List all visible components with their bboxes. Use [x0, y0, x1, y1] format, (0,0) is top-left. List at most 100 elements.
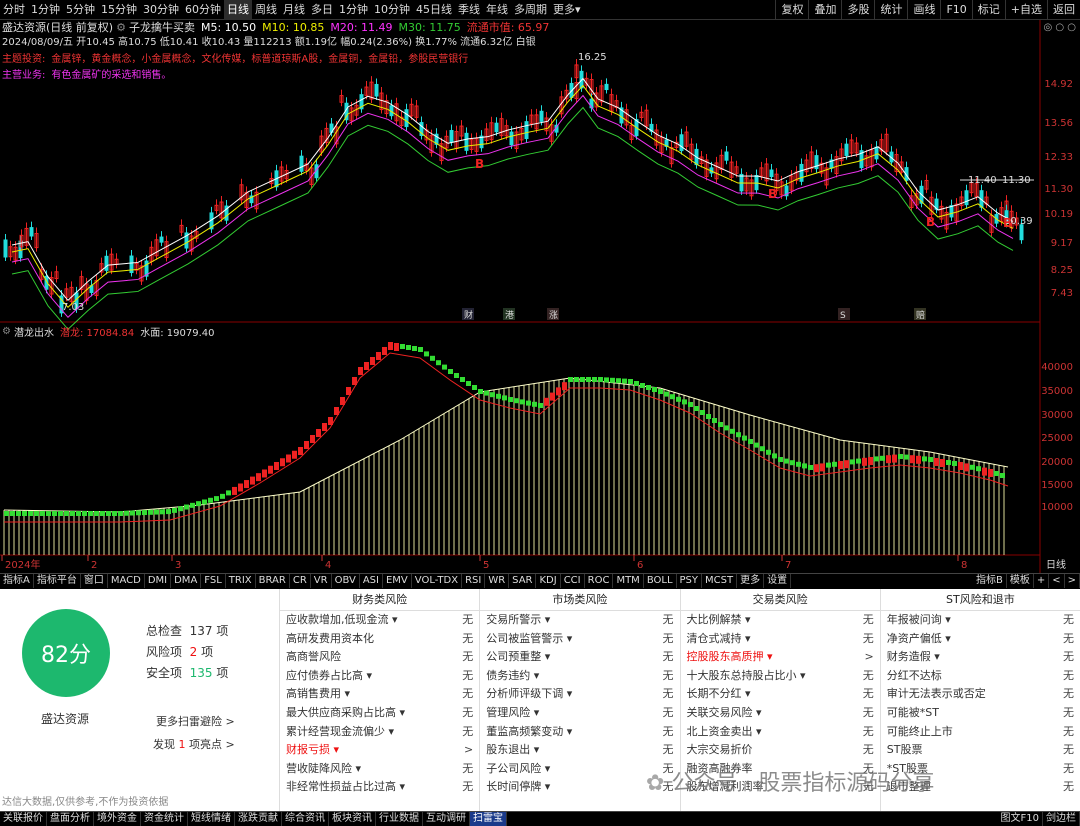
event-tag[interactable]: 财 — [464, 309, 473, 321]
risk-item[interactable]: 非经常性损益占比过高 ▾ 无 — [280, 778, 479, 797]
indicator-tab[interactable]: 设置 — [764, 574, 792, 588]
settings-icon[interactable]: ⚙ — [116, 21, 126, 34]
indicator-tab[interactable]: MCST — [702, 574, 738, 588]
bottom-tab[interactable]: 涨跌贡献 — [235, 812, 282, 826]
period-tab[interactable]: 季线 — [455, 0, 483, 20]
indicator-tab[interactable]: CCI — [561, 574, 585, 588]
risk-item[interactable]: 公司被监管警示 ▾ 无 — [480, 630, 679, 649]
risk-item[interactable]: 控股股东高质押 ▾ > — [681, 648, 880, 667]
indicator-tab[interactable]: 模板 — [1007, 574, 1034, 588]
window-controls[interactable]: ◎ ○ ○ — [1043, 22, 1076, 33]
indicator-tab[interactable]: SAR — [509, 574, 537, 588]
risk-item[interactable]: 累计经营现金流偏少 ▾ 无 — [280, 723, 479, 742]
risk-item[interactable]: 长期不分红 ▾ 无 — [681, 685, 880, 704]
risk-item[interactable]: 北上资金卖出 ▾ 无 — [681, 723, 880, 742]
toolbar-button[interactable]: 返回 — [1047, 0, 1080, 20]
indicator-tab[interactable]: + — [1034, 574, 1050, 588]
risk-item[interactable]: 十大股东总持股占比小 ▾ 无 — [681, 667, 880, 686]
indicator-tab[interactable]: OBV — [332, 574, 360, 588]
period-tab[interactable]: 周线 — [252, 0, 280, 20]
settings-icon[interactable]: ⚙ — [2, 326, 11, 337]
indicator-tab[interactable]: ASI — [360, 574, 383, 588]
toolbar-button[interactable]: F10 — [940, 0, 971, 20]
indicator-tab[interactable]: EMV — [383, 574, 412, 588]
period-tab[interactable]: 15分钟 — [98, 0, 140, 20]
risk-item[interactable]: 财报亏损 ▾ > — [280, 741, 479, 760]
indicator-tab[interactable]: MTM — [613, 574, 644, 588]
period-tab[interactable]: 分时 — [0, 0, 28, 20]
period-tab[interactable]: 更多▾ — [550, 0, 584, 20]
risk-item[interactable]: 交易所警示 ▾ 无 — [480, 611, 679, 630]
highlight-link[interactable]: 发现 1 项亮点 > — [153, 736, 235, 752]
period-tab[interactable]: 1分钟 — [336, 0, 371, 20]
risk-item[interactable]: 可能终止上市 无 — [881, 723, 1080, 742]
risk-item[interactable]: 应收款增加,低现金流 ▾ 无 — [280, 611, 479, 630]
period-tab[interactable]: 5分钟 — [63, 0, 98, 20]
event-tag[interactable]: 涨 — [549, 310, 558, 321]
indicator-tab[interactable]: BOLL — [644, 574, 677, 588]
bottom-right-tab[interactable]: 图文F10 — [998, 812, 1043, 826]
risk-item[interactable]: 管理风险 ▾ 无 — [480, 704, 679, 723]
indicator-tab[interactable]: VR — [311, 574, 332, 588]
indicator-tab[interactable]: 指标B — [973, 574, 1007, 588]
toolbar-button[interactable]: +自选 — [1004, 0, 1047, 20]
bottom-tab[interactable]: 行业数据 — [376, 812, 423, 826]
period-tab[interactable]: 年线 — [483, 0, 511, 20]
period-tab[interactable]: 月线 — [280, 0, 308, 20]
indicator-tab[interactable]: > — [1065, 574, 1080, 588]
risk-item[interactable]: 最大供应商采购占比高 ▾ 无 — [280, 704, 479, 723]
risk-item[interactable]: 分析师评级下调 ▾ 无 — [480, 685, 679, 704]
toolbar-button[interactable]: 标记 — [971, 0, 1005, 20]
indicator-tab[interactable]: 指标平台 — [34, 574, 81, 588]
bottom-tab[interactable]: 资金统计 — [141, 812, 188, 826]
indicator-tab[interactable]: WR — [485, 574, 510, 588]
risk-item[interactable]: ST股票 无 — [881, 741, 1080, 760]
risk-item[interactable]: 分红不达标 无 — [881, 667, 1080, 686]
indicator-tab[interactable]: 更多 — [737, 574, 765, 588]
period-tab[interactable]: 30分钟 — [140, 0, 182, 20]
risk-item[interactable]: 董监高频繁变动 ▾ 无 — [480, 723, 679, 742]
risk-item[interactable]: 公司预重整 ▾ 无 — [480, 648, 679, 667]
risk-item[interactable]: 高商誉风险 无 — [280, 648, 479, 667]
indicator-tab[interactable]: DMI — [145, 574, 172, 588]
risk-item[interactable]: 净资产偏低 ▾ 无 — [881, 630, 1080, 649]
bottom-tab[interactable]: 板块资讯 — [329, 812, 376, 826]
risk-item[interactable]: 可能被*ST 无 — [881, 704, 1080, 723]
event-tag[interactable]: S — [840, 311, 846, 321]
period-tab[interactable]: 多周期 — [511, 0, 550, 20]
risk-item[interactable]: 财务造假 ▾ 无 — [881, 648, 1080, 667]
event-tag[interactable]: 港 — [505, 309, 514, 321]
risk-item[interactable]: 高研发费用资本化 无 — [280, 630, 479, 649]
toolbar-button[interactable]: 统计 — [874, 0, 907, 20]
risk-item[interactable]: 关联交易风险 ▾ 无 — [681, 704, 880, 723]
toolbar-button[interactable]: 多股 — [841, 0, 874, 20]
toolbar-button[interactable]: 画线 — [907, 0, 940, 20]
risk-item[interactable]: 清仓式减持 ▾ 无 — [681, 630, 880, 649]
risk-item[interactable]: 债务违约 ▾ 无 — [480, 667, 679, 686]
bottom-tab[interactable]: 互动调研 — [423, 812, 470, 826]
risk-item[interactable]: 高销售费用 ▾ 无 — [280, 685, 479, 704]
risk-item[interactable]: 股东退出 ▾ 无 — [480, 741, 679, 760]
toolbar-button[interactable]: 叠加 — [808, 0, 841, 20]
event-tag[interactable]: 赔 — [916, 309, 925, 321]
indicator-tab[interactable]: VOL-TDX — [412, 574, 463, 588]
risk-item[interactable]: 营收陡降风险 ▾ 无 — [280, 760, 479, 779]
indicator-tab[interactable]: CR — [290, 574, 311, 588]
bottom-tab[interactable]: 盘面分析 — [47, 812, 94, 826]
period-tab[interactable]: 1分钟 — [28, 0, 63, 20]
risk-item[interactable]: 审计无法表示或否定 无 — [881, 685, 1080, 704]
indicator-tab[interactable]: ROC — [585, 574, 614, 588]
indicator-tab[interactable]: DMA — [171, 574, 202, 588]
bottom-tab[interactable]: 关联报价 — [0, 812, 47, 826]
period-tab[interactable]: 45日线 — [413, 0, 455, 20]
bottom-tab[interactable]: 境外资金 — [94, 812, 141, 826]
bottom-tab[interactable]: 扫雷宝 — [470, 812, 507, 826]
toolbar-button[interactable]: 复权 — [775, 0, 808, 20]
indicator-tab[interactable]: FSL — [201, 574, 226, 588]
period-tab[interactable]: 10分钟 — [371, 0, 413, 20]
period-tab[interactable]: 多日 — [308, 0, 336, 20]
indicator-tab[interactable]: KDJ — [536, 574, 561, 588]
indicator-tab[interactable]: PSY — [677, 574, 703, 588]
risk-item[interactable]: 年报被问询 ▾ 无 — [881, 611, 1080, 630]
indicator-tab[interactable]: < — [1049, 574, 1065, 588]
